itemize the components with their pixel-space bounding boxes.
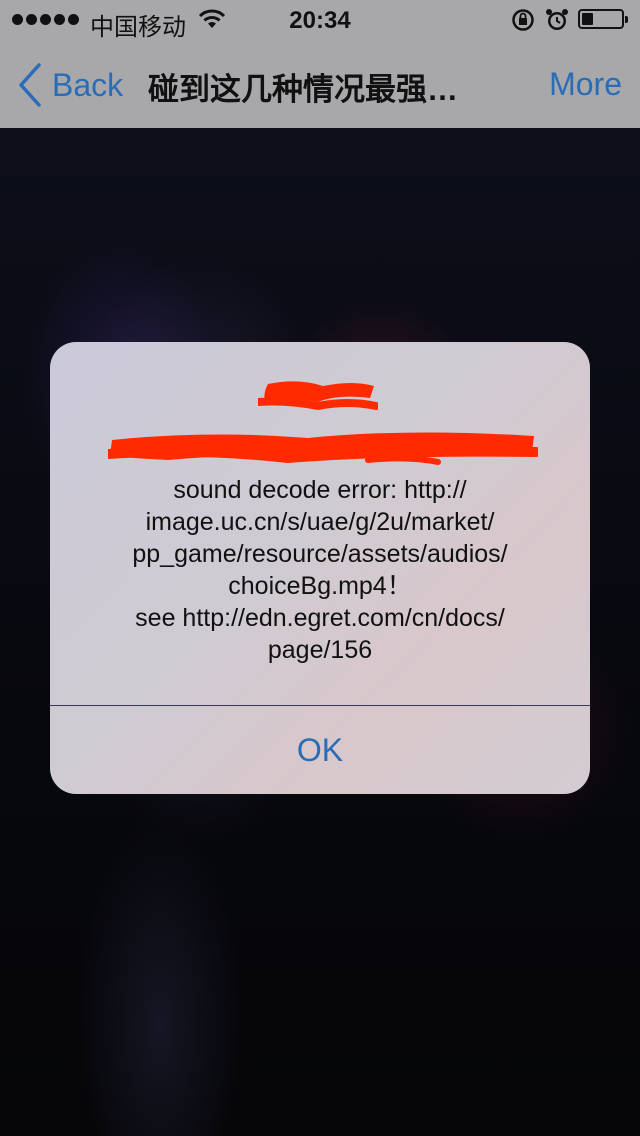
alert-message-line: page/156 [267,636,373,664]
alert-message: sound decode error: http:// image.uc.cn/… [90,474,550,666]
battery-level [582,13,593,25]
rotation-lock-icon [512,9,534,31]
alert-message-line: image.uc.cn/s/uae/g/2u/market/ [145,508,495,536]
alert-message-line: sound decode error: http:// [173,476,467,504]
chevron-left-icon [19,63,41,107]
navigation-bar: Back 碰到这几种情况最强… More [0,40,640,128]
alert-message-line: choiceBg.mp4！ [228,572,412,600]
screen: 中国移动 20:34 Back 碰到这几种情况最强… More sound de… [0,0,640,1136]
alert-message-line: see http://edn.egret.com/cn/docs/ [135,604,505,632]
redaction-mark [258,381,378,411]
back-button[interactable]: Back [18,62,123,108]
battery-icon [578,9,628,29]
redaction-mark [108,432,538,465]
ok-button[interactable]: OK [50,706,590,794]
alarm-icon [546,9,568,30]
more-button[interactable]: More [549,66,622,103]
page-title: 碰到这几种情况最强… [148,72,458,107]
alert-dialog: sound decode error: http:// image.uc.cn/… [50,342,590,794]
back-label: Back [52,66,124,103]
alert-message-line: pp_game/resource/assets/audios/ [132,540,508,568]
status-bar: 中国移动 20:34 [0,0,640,41]
